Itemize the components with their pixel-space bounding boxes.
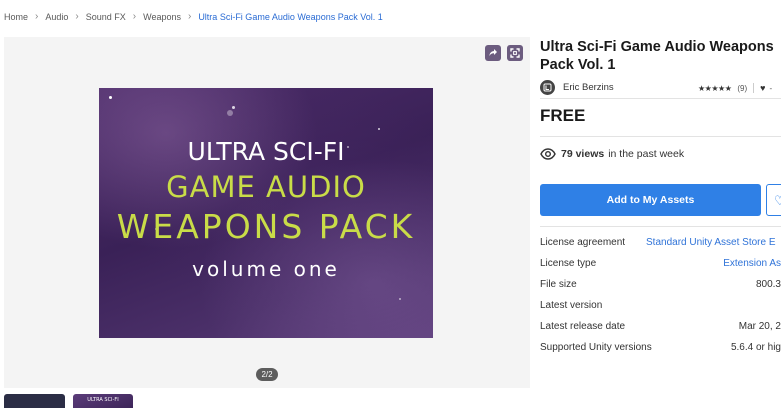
detail-label: License agreement bbox=[540, 237, 626, 248]
heart-icon: ♥ bbox=[760, 83, 766, 93]
expand-icon bbox=[510, 48, 520, 58]
rating-count: (9) bbox=[737, 83, 748, 93]
hero-title-line-4: volume one bbox=[192, 257, 340, 281]
heart-outline-icon: ♡ bbox=[774, 193, 781, 208]
publisher[interactable]: Eric Berzins bbox=[540, 80, 614, 95]
publisher-logo-icon bbox=[543, 83, 552, 92]
fullscreen-button[interactable] bbox=[507, 45, 523, 61]
breadcrumb-current: Ultra Sci-Fi Game Audio Weapons Pack Vol… bbox=[198, 11, 383, 22]
views-stat: 79 views in the past week bbox=[540, 148, 684, 160]
favorites-count: - bbox=[769, 83, 773, 93]
product-details: License agreement Standard Unity Asset S… bbox=[540, 236, 781, 362]
breadcrumb-weapons[interactable]: Weapons bbox=[143, 12, 181, 22]
divider bbox=[540, 136, 781, 137]
divider bbox=[540, 98, 781, 99]
hero-title-line-2: GAME AUDIO bbox=[166, 170, 366, 204]
eye-icon bbox=[540, 148, 556, 160]
detail-row-latest-version: Latest version bbox=[540, 299, 781, 320]
detail-label: File size bbox=[540, 279, 577, 290]
breadcrumb-audio[interactable]: Audio bbox=[45, 12, 68, 22]
hero-title-line-3: WEAPONS PACK bbox=[116, 207, 416, 246]
publisher-name[interactable]: Eric Berzins bbox=[563, 82, 614, 93]
breadcrumb-separator: › bbox=[187, 11, 192, 22]
divider bbox=[540, 226, 781, 227]
add-to-my-assets-button[interactable]: Add to My Assets bbox=[540, 184, 761, 216]
detail-label: License type bbox=[540, 258, 597, 269]
detail-label: Latest release date bbox=[540, 321, 626, 332]
favorite-button[interactable]: ♡ bbox=[766, 184, 781, 216]
detail-row-file-size: File size 800.3 bbox=[540, 278, 781, 299]
detail-value: 800.3 bbox=[755, 279, 781, 290]
license-agreement-link[interactable]: Standard Unity Asset Store E bbox=[646, 236, 776, 250]
detail-label: Latest version bbox=[540, 300, 603, 311]
detail-row-license-agreement: License agreement Standard Unity Asset S… bbox=[540, 236, 781, 257]
thumbnail-video[interactable] bbox=[4, 394, 65, 408]
thumbnail-image[interactable]: ULTRA SCI-FI bbox=[73, 394, 133, 408]
product-title: Ultra Sci-Fi Game Audio Weapons Pack Vol… bbox=[540, 39, 774, 73]
views-suffix: in the past week bbox=[608, 148, 685, 160]
rating-stars-icon: ★★★★★ bbox=[698, 83, 732, 93]
license-type-link[interactable]: Extension As bbox=[723, 257, 781, 271]
detail-value: 5.6.4 or hig bbox=[730, 342, 781, 353]
product-hero-image[interactable]: ULTRA SCI-FI GAME AUDIO WEAPONS PACK vol… bbox=[99, 88, 433, 338]
star-sparkle bbox=[109, 96, 112, 99]
star-sparkle bbox=[232, 106, 235, 109]
price: FREE bbox=[540, 106, 586, 125]
breadcrumb: Home › Audio › Sound FX › Weapons › Ultr… bbox=[4, 11, 383, 22]
breadcrumb-separator: › bbox=[75, 11, 79, 22]
views-count: 79 views bbox=[561, 148, 605, 160]
image-counter: 2/2 bbox=[256, 368, 278, 381]
hero-title-line-1: ULTRA SCI-FI bbox=[187, 137, 345, 166]
rating-summary[interactable]: ★★★★★ (9) ♥ - bbox=[698, 83, 772, 93]
star-sparkle bbox=[227, 110, 233, 116]
publisher-avatar bbox=[540, 80, 555, 95]
detail-row-unity-versions: Supported Unity versions 5.6.4 or hig bbox=[540, 341, 781, 362]
breadcrumb-separator: › bbox=[132, 11, 137, 22]
share-icon bbox=[489, 49, 497, 56]
breadcrumb-separator: › bbox=[35, 11, 39, 22]
star-sparkle bbox=[399, 298, 401, 300]
rating-divider bbox=[753, 83, 755, 93]
media-viewer: ULTRA SCI-FI GAME AUDIO WEAPONS PACK vol… bbox=[4, 37, 530, 388]
share-button[interactable] bbox=[485, 45, 501, 61]
thumbnail-text: ULTRA SCI-FI bbox=[87, 397, 119, 403]
detail-row-license-type: License type Extension As bbox=[540, 257, 781, 278]
breadcrumb-home[interactable]: Home bbox=[4, 12, 28, 22]
breadcrumb-sound-fx[interactable]: Sound FX bbox=[86, 12, 126, 22]
detail-value: Mar 20, 2 bbox=[738, 321, 781, 332]
detail-row-release-date: Latest release date Mar 20, 2 bbox=[540, 320, 781, 341]
star-sparkle bbox=[378, 128, 380, 130]
detail-label: Supported Unity versions bbox=[540, 342, 652, 353]
